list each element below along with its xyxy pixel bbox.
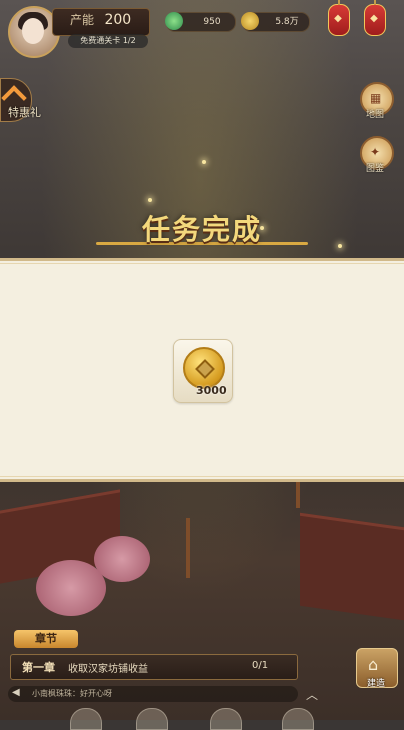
lantern-pole	[186, 518, 190, 578]
gold-value: 5.8万	[275, 17, 299, 27]
reward-amount: 3000	[196, 384, 227, 397]
dock-button[interactable]	[210, 708, 242, 730]
sparkle	[148, 198, 152, 202]
chapter-label: 第一章	[22, 661, 55, 674]
dock-button[interactable]	[70, 708, 102, 730]
lantern-pole	[296, 482, 300, 508]
map-icon: ▦	[370, 91, 382, 105]
pass-chip[interactable]: 免费通关卡 1/2	[68, 34, 148, 48]
sparkle	[202, 160, 206, 164]
quest-tab[interactable]: 章节	[14, 630, 78, 648]
quest-text: 收取汉家坊铺收益	[68, 664, 148, 675]
dock-button[interactable]	[282, 708, 314, 730]
left-tab-label[interactable]: 特惠礼	[8, 104, 41, 120]
collection-label: 图鉴	[365, 164, 384, 174]
copper-coin-icon	[183, 347, 225, 389]
dock-button[interactable]	[136, 708, 168, 730]
jade-icon	[165, 12, 183, 30]
jade-currency[interactable]: 950	[165, 12, 236, 32]
production-label: 产能	[70, 13, 95, 27]
lantern-icon[interactable]: ◆	[328, 0, 350, 36]
avatar-face	[22, 18, 44, 44]
chevron-up-icon[interactable]: ︿	[306, 686, 320, 702]
production-value: 200	[104, 12, 132, 28]
book-icon: ✦	[370, 145, 381, 159]
cherry-tree	[94, 536, 150, 582]
production-display: 产能 200	[70, 11, 131, 28]
lantern-icon[interactable]: ◆	[364, 0, 386, 36]
chat-message: 小南枫珠珠：好开心呀	[32, 689, 112, 698]
quest-progress: 0/1	[252, 660, 269, 671]
building-roof	[300, 512, 404, 621]
gold-currency[interactable]: 5.8万	[241, 12, 310, 32]
build-label: 建造	[366, 679, 385, 689]
speaker-icon[interactable]: ◀	[12, 688, 22, 698]
map-label: 地图	[365, 110, 384, 120]
gold-icon	[241, 12, 259, 30]
house-icon: ⌂	[368, 655, 379, 674]
jade-value: 950	[203, 17, 221, 27]
task-complete-title: 任务完成	[141, 213, 262, 246]
